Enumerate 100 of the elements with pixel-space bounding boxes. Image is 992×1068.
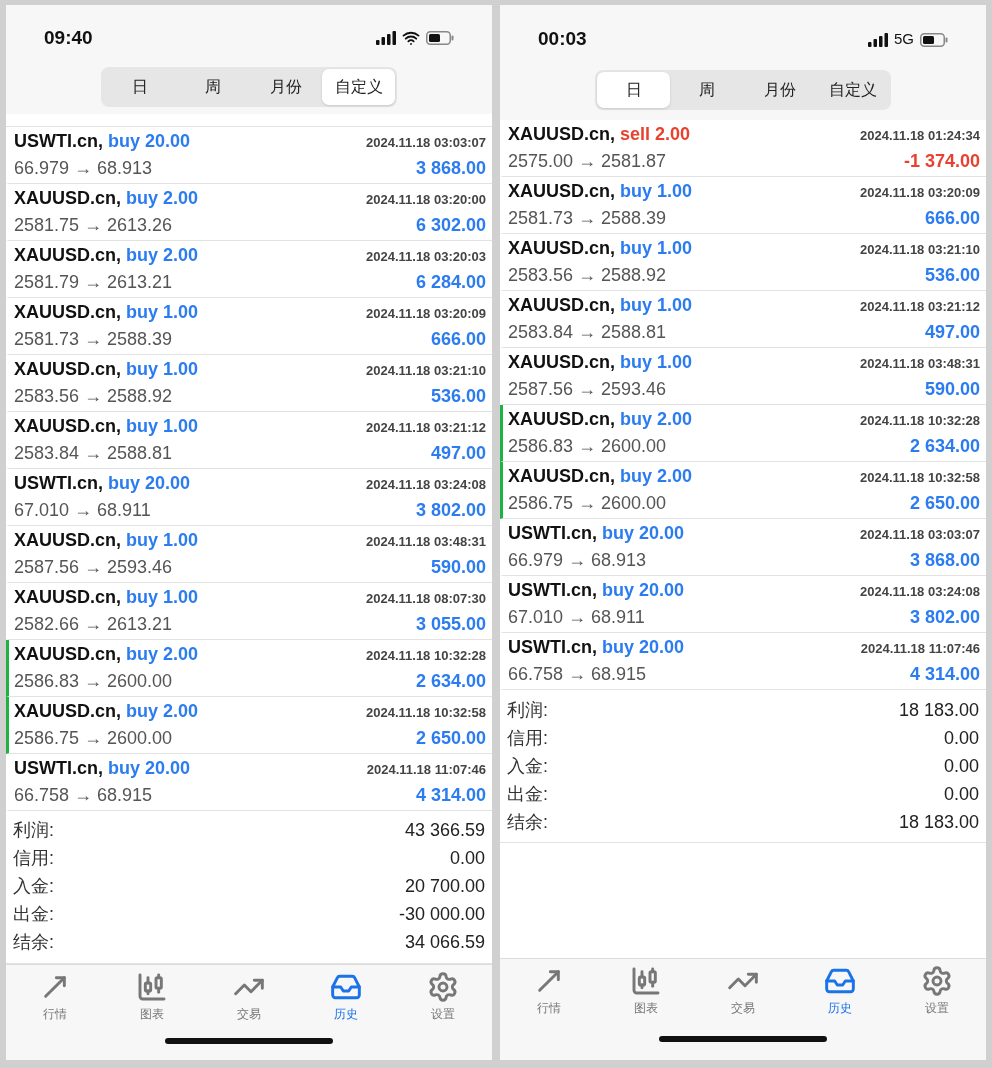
trade-time: 2024.11.18 03:24:08: [366, 475, 486, 494]
price-text: 66.758 → 68.915: [14, 783, 153, 807]
order-text: buy 1.00: [126, 300, 199, 324]
profit-text: 590.00: [430, 555, 486, 579]
order-text: buy 1.00: [620, 237, 693, 260]
price-text: 2581.73 → 2588.39: [508, 207, 667, 230]
trade-time: 2024.11.18 10:32:58: [860, 469, 980, 487]
trade-time: 2024.11.18 03:03:07: [860, 526, 980, 544]
nav-tab[interactable]: 设置: [902, 965, 973, 1017]
profit-text: 3 802.00: [909, 606, 980, 629]
nav-tab[interactable]: 设置: [408, 970, 479, 1023]
profit-text: 2 634.00: [415, 669, 486, 693]
order-text: buy 20.00: [602, 522, 685, 545]
trade-time: 2024.11.18 03:20:09: [860, 184, 980, 202]
profit-text: 3 868.00: [909, 549, 980, 572]
price-text: 2586.83 → 2600.00: [508, 435, 667, 458]
trade-time: 2024.11.18 03:03:07: [366, 133, 486, 152]
summary-label: 利润:: [13, 819, 54, 843]
symbol-text: XAUUSD.cn,: [14, 357, 121, 381]
profit-text: 3 055.00: [415, 612, 486, 636]
profit-text: 2 650.00: [415, 726, 486, 750]
order-text: buy 2.00: [620, 465, 693, 488]
profit-text: 3 802.00: [415, 498, 486, 522]
nav-tab[interactable]: 历史: [311, 970, 382, 1023]
price-text: 67.010 → 68.911: [14, 498, 151, 522]
segment-tab[interactable]: 月份: [743, 72, 816, 108]
order-text: buy 20.00: [108, 471, 191, 495]
trade-time: 2024.11.18 01:24:34: [860, 127, 980, 145]
battery-icon: [920, 32, 948, 47]
summary-label: 信用:: [13, 847, 54, 871]
summary-value: -30 000.00: [398, 903, 485, 927]
order-text: buy 20.00: [602, 579, 685, 602]
summary-label: 出金:: [507, 782, 548, 806]
symbol-text: USWTI.cn,: [14, 471, 103, 495]
segment-tab[interactable]: 日: [597, 72, 670, 108]
summary-label: 信用:: [507, 726, 548, 750]
summary-label: 结余:: [507, 810, 548, 834]
nav-tab[interactable]: 行情: [513, 965, 584, 1017]
summary-value: 20 700.00: [404, 875, 485, 899]
trade-time: 2024.11.18 03:21:12: [366, 418, 486, 437]
symbol-text: XAUUSD.cn,: [14, 528, 121, 552]
segment-tab[interactable]: 周: [670, 72, 743, 108]
trade-row[interactable]: XAUUSD.cn, sell 2.00 2024.11.18 01:24:34 2575.00 → 2581.87 -1 374.00: [500, 120, 986, 177]
profit-text: 536.00: [430, 384, 486, 408]
summary-value: 43 366.59: [404, 819, 485, 843]
symbol-text: USWTI.cn,: [14, 129, 103, 153]
segment-tab[interactable]: 自定义: [322, 68, 395, 105]
trade-time: 2024.11.18 03:21:10: [860, 241, 980, 259]
symbol-text: XAUUSD.cn,: [508, 237, 615, 260]
price-text: 2581.73 → 2588.39: [14, 327, 173, 351]
symbol-text: XAUUSD.cn,: [508, 180, 615, 203]
price-text: 2575.00 → 2581.87: [508, 150, 667, 173]
symbol-text: USWTI.cn,: [508, 636, 597, 659]
profit-text: -1 374.00: [903, 150, 980, 173]
profit-text: 666.00: [924, 207, 980, 230]
trade-time: 2024.11.18 03:20:09: [366, 304, 486, 323]
price-text: 2581.75 → 2613.26: [14, 213, 173, 237]
nav-tab[interactable]: 交易: [213, 970, 284, 1023]
nav-tab[interactable]: 图表: [116, 970, 187, 1023]
order-text: buy 1.00: [126, 357, 199, 381]
battery-icon: [426, 30, 454, 45]
summary-label: 入金:: [13, 875, 54, 899]
trade-time: 2024.11.18 10:32:28: [366, 646, 486, 665]
order-text: sell 2.00: [620, 123, 691, 146]
nav-tab[interactable]: 交易: [707, 965, 778, 1017]
status-time: 00:03: [538, 27, 587, 52]
trade-time: 2024.11.18 03:21:10: [366, 361, 486, 380]
symbol-text: USWTI.cn,: [508, 579, 597, 602]
summary-value: 0.00: [943, 754, 979, 778]
order-text: buy 1.00: [126, 414, 199, 438]
profit-text: 4 314.00: [909, 663, 980, 686]
price-text: 2582.66 → 2613.21: [14, 612, 173, 636]
price-text: 2586.83 → 2600.00: [14, 669, 173, 693]
trade-time: 2024.11.18 03:48:31: [366, 532, 486, 551]
order-text: buy 1.00: [126, 528, 199, 552]
summary-label: 结余:: [13, 931, 54, 955]
symbol-text: XAUUSD.cn,: [14, 186, 121, 210]
summary-value: 18 183.00: [898, 810, 979, 834]
symbol-text: XAUUSD.cn,: [14, 300, 121, 324]
nav-tab[interactable]: 图表: [610, 965, 681, 1017]
summary-value: 0.00: [943, 782, 979, 806]
segment-tab[interactable]: 自定义: [816, 72, 889, 108]
profit-text: 4 314.00: [415, 783, 486, 807]
profit-text: 6 284.00: [415, 270, 486, 294]
segment-tab[interactable]: 月份: [249, 68, 322, 105]
order-text: buy 20.00: [108, 756, 191, 780]
price-text: 2583.84 → 2588.81: [508, 321, 667, 344]
segment-tab[interactable]: 周: [176, 68, 249, 105]
nav-tab[interactable]: 历史: [805, 965, 876, 1017]
symbol-text: XAUUSD.cn,: [14, 585, 121, 609]
summary-value: 0.00: [943, 726, 979, 750]
price-text: 2586.75 → 2600.00: [508, 492, 667, 515]
nav-tab[interactable]: 行情: [19, 970, 90, 1023]
trade-time: 2024.11.18 03:48:31: [860, 355, 980, 373]
trade-time: 2024.11.18 03:21:12: [860, 298, 980, 316]
segment-tab[interactable]: 日: [103, 68, 176, 105]
trade-time: 2024.11.18 11:07:46: [860, 640, 980, 658]
price-text: 66.979 → 68.913: [14, 156, 153, 180]
order-text: buy 2.00: [126, 186, 199, 210]
profit-text: 536.00: [924, 264, 980, 287]
